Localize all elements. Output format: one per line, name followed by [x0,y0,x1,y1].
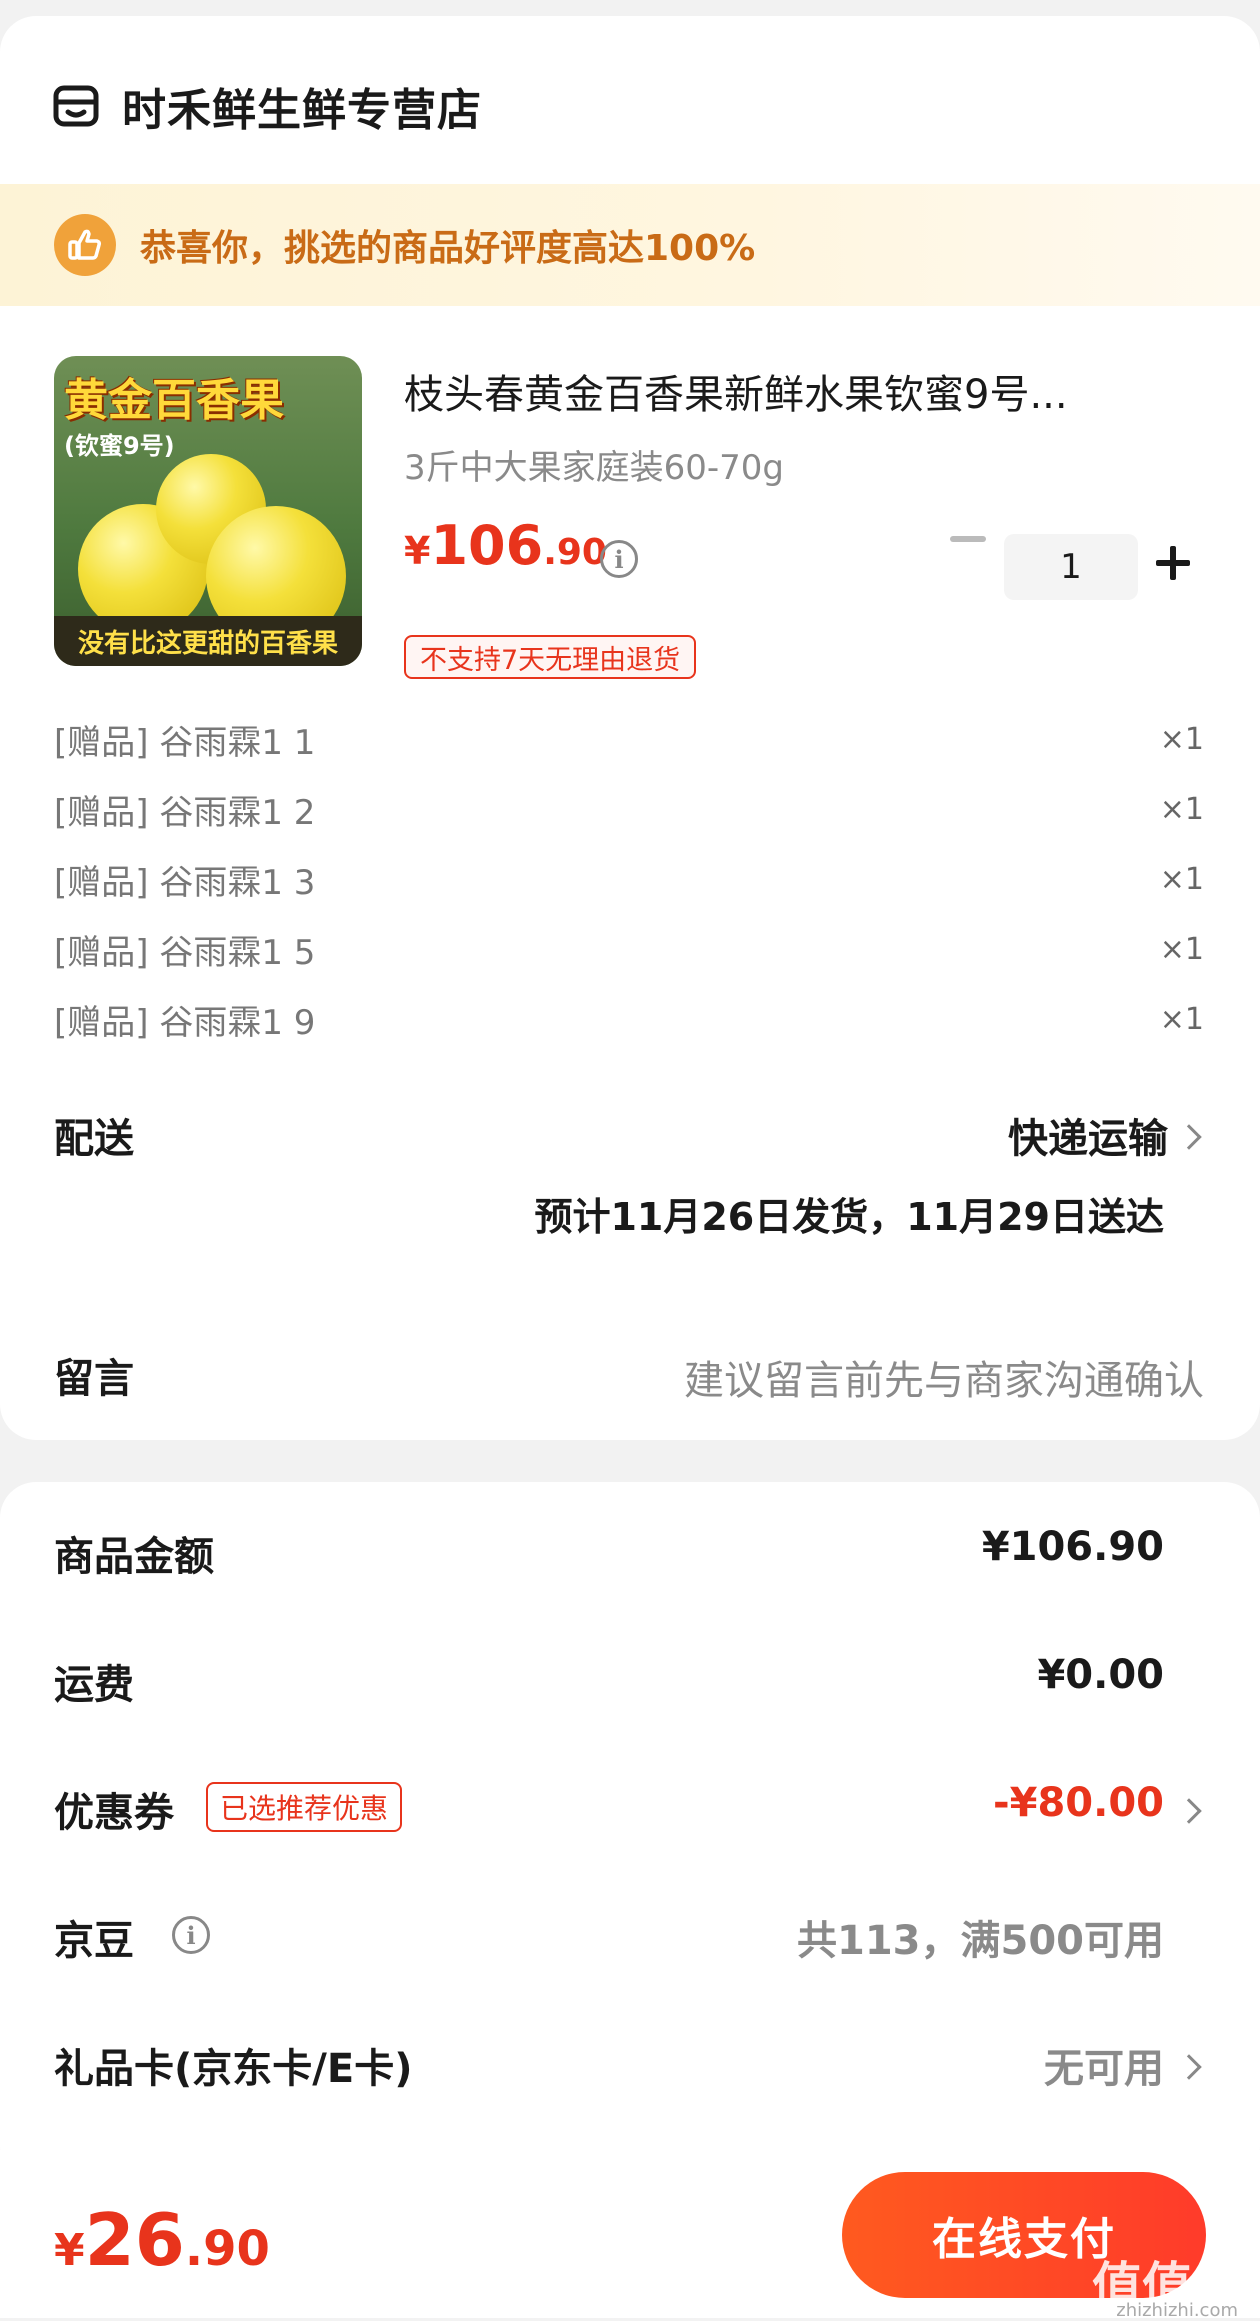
product-image[interactable]: 黄金百香果 (钦蜜9号) 没有比这更甜的百香果 [54,356,362,666]
goods-amount-row: 商品金额 ¥106.90 [54,1524,1204,1594]
store-icon [53,85,99,127]
gift-item: [赠品] 谷雨霖1 1 ×1 [54,714,1204,764]
coupon-row[interactable]: 优惠券 已选推荐优惠 -¥80.00 [54,1780,1204,1850]
goods-amount-value: ¥106.90 [981,1524,1164,1570]
jingdou-row: 京豆 i 共113，满500可用 [54,1908,1204,1978]
gift-item: [赠品] 谷雨霖1 9 ×1 [54,994,1204,1044]
giftcard-row[interactable]: 礼品卡(京东卡/E卡) 无可用 [54,2036,1204,2106]
coupon-tag: 已选推荐优惠 [206,1782,403,1832]
thumbs-up-icon [54,214,116,276]
rating-banner: 恭喜你，挑选的商品好评度高达100% [0,184,1260,306]
jingdou-label: 京豆 [54,1918,134,1964]
delivery-method[interactable]: 快递运输 [1008,1106,1168,1164]
gift-label: [赠品] 谷雨霖1 3 [54,862,316,903]
image-subtitle: (钦蜜9号) [64,432,175,460]
chevron-right-icon[interactable] [1176,2054,1202,2080]
product-title[interactable]: 枝头春黄金百香果新鲜水果钦蜜9号... [404,362,1204,420]
shop-header[interactable]: 时禾鲜生鲜专营店 [52,56,482,156]
price-currency: ¥ [404,529,431,573]
total-decimal: .90 [184,2221,270,2277]
product-spec[interactable]: 3斤中大果家庭装60-70g [404,440,784,489]
gift-item: [赠品] 谷雨霖1 2 ×1 [54,784,1204,834]
product-price: ¥106.90 [404,514,607,577]
image-caption: 没有比这更甜的百香果 [54,616,362,666]
gift-label: [赠品] 谷雨霖1 9 [54,1002,316,1043]
shop-name: 时禾鲜生鲜专营店 [122,85,482,136]
message-label: 留言 [54,1356,134,1402]
chevron-right-icon[interactable] [1176,1798,1202,1824]
gift-qty: ×1 [1159,1001,1204,1037]
banner-text: 恭喜你，挑选的商品好评度高达100% [140,228,756,269]
price-decimal: .90 [543,532,607,573]
delivery-estimate: 预计11月26日发货，11月29日送达 [534,1195,1164,1239]
quantity-plus-button[interactable] [1156,546,1190,580]
total-currency: ¥ [54,2225,85,2276]
order-card: 时禾鲜生鲜专营店 恭喜你，挑选的商品好评度高达100% 黄金百香果 (钦蜜9号)… [0,16,1260,1440]
gift-qty: ×1 [1159,861,1204,897]
message-input[interactable]: 建议留言前先与商家沟通确认 [684,1348,1204,1406]
price-info-icon[interactable]: i [600,540,638,578]
shipping-value: ¥0.00 [1037,1652,1164,1698]
total-integer: 26 [84,2198,185,2282]
checkout-bar: ¥26.90 在线支付 值值值 zhizhizhi.com [0,2150,1260,2321]
no-return-tag: 不支持7天无理由退货 [404,635,697,679]
jingdou-info-icon[interactable]: i [172,1916,210,1954]
quantity-minus-button[interactable] [950,536,986,542]
gift-qty: ×1 [1159,721,1204,757]
gift-qty: ×1 [1159,931,1204,967]
gift-label: [赠品] 谷雨霖1 5 [54,932,316,973]
shipping-row: 运费 ¥0.00 [54,1652,1204,1722]
gift-qty: ×1 [1159,791,1204,827]
chevron-right-icon[interactable] [1176,1124,1202,1150]
goods-amount-label: 商品金额 [54,1534,214,1580]
jingdou-value: 共113，满500可用 [797,1918,1164,1964]
delivery-label: 配送 [54,1116,134,1162]
image-title: 黄金百香果 [64,375,284,426]
total-price: ¥26.90 [54,2198,270,2282]
price-integer: 106 [430,514,544,577]
coupon-value[interactable]: -¥80.00 [993,1780,1164,1826]
coupon-label: 优惠券 [54,1790,174,1836]
quantity-input[interactable]: 1 [1004,534,1138,600]
summary-card: 商品金额 ¥106.90 运费 ¥0.00 优惠券 已选推荐优惠 -¥80.00… [0,1482,1260,2182]
gift-item: [赠品] 谷雨霖1 5 ×1 [54,924,1204,974]
gift-label: [赠品] 谷雨霖1 1 [54,722,316,763]
gift-label: [赠品] 谷雨霖1 2 [54,792,316,833]
giftcard-value[interactable]: 无可用 [1044,2036,1164,2094]
giftcard-label: 礼品卡(京东卡/E卡) [54,2046,413,2092]
shipping-label: 运费 [54,1662,134,1708]
gift-item: [赠品] 谷雨霖1 3 ×1 [54,854,1204,904]
